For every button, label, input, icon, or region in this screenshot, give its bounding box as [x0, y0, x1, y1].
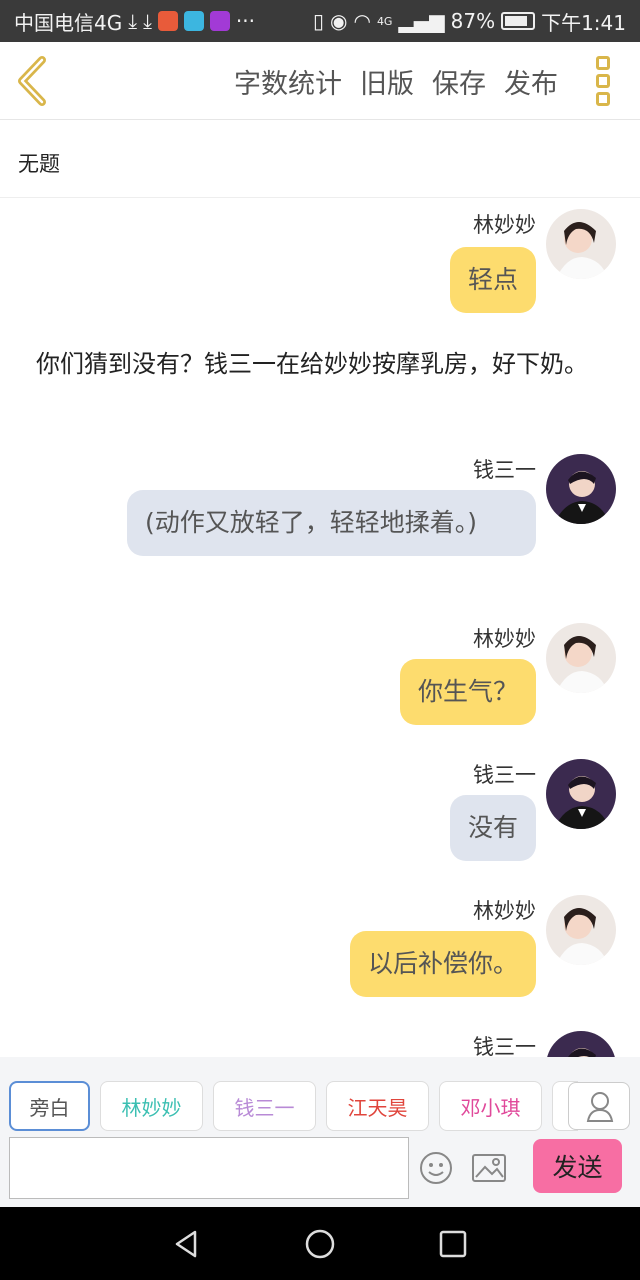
avatar[interactable]: [546, 209, 616, 279]
speaker-name: 林妙妙: [473, 213, 536, 237]
save-button[interactable]: 保存: [432, 62, 486, 101]
message-bubble[interactable]: 以后补偿你。: [349, 931, 536, 997]
composer-panel: 旁白 林妙妙 钱三一 江天昊 邓小琪 发送: [0, 1057, 640, 1207]
manage-roles-button[interactable]: [568, 1082, 630, 1130]
message-input[interactable]: [9, 1137, 409, 1199]
role-selector: 旁白 林妙妙 钱三一 江天昊 邓小琪: [9, 1081, 578, 1131]
document-title-text: 无题: [18, 152, 60, 176]
role-chip[interactable]: 林妙妙: [100, 1081, 203, 1131]
image-icon: [472, 1154, 506, 1182]
send-button[interactable]: 发送: [533, 1139, 622, 1193]
speaker-name: 钱三一: [473, 1035, 536, 1057]
role-chip[interactable]: 江天昊: [326, 1081, 429, 1131]
chat-area[interactable]: 林妙妙 轻点 你们猜到没有？钱三一在给妙妙按摩乳房，好下奶。 钱三一 (动作又放…: [0, 199, 640, 1057]
download-icon: ⤓: [128, 9, 138, 33]
menu-dot-icon: [596, 74, 610, 88]
speaker-name: 钱三一: [473, 458, 536, 482]
speaker-name: 钱三一: [473, 763, 536, 787]
media-icon: [183, 11, 204, 31]
avatar[interactable]: [546, 454, 616, 524]
message-bubble[interactable]: (动作又放轻了，轻轻地揉着。): [127, 490, 536, 556]
person-icon: [586, 1092, 614, 1122]
message-bubble[interactable]: 你生气？: [399, 659, 536, 725]
old-version-button[interactable]: 旧版: [360, 62, 414, 101]
avatar[interactable]: [546, 895, 616, 965]
battery-label: 87%: [450, 9, 496, 33]
download-icon: ⤓: [143, 9, 152, 33]
word-count-button[interactable]: 字数统计: [234, 62, 342, 101]
time-label: 下午1:41: [541, 10, 626, 35]
message-bubble[interactable]: 没有: [449, 795, 536, 861]
more-menu-button[interactable]: [596, 56, 616, 106]
signal-icon: ▂▄▆: [398, 9, 445, 33]
avatar[interactable]: [546, 759, 616, 829]
top-bar: 字数统计 旧版 保存 发布: [0, 42, 640, 120]
narration-text[interactable]: 你们猜到没有？钱三一在给妙妙按摩乳房，好下奶。: [36, 347, 616, 381]
publish-button[interactable]: 发布: [504, 62, 558, 101]
status-bar: 中国电信4G ⤓ ⤓ ··· ▯ ◉ ◠ 4G ▂▄▆ 87% 下午1:41: [0, 0, 640, 42]
message-bubble[interactable]: 轻点: [449, 247, 536, 313]
menu-dot-icon: [596, 92, 610, 106]
back-button[interactable]: [14, 54, 54, 108]
recents-square-icon[interactable]: [437, 1228, 469, 1260]
browser-icon: [157, 11, 178, 31]
home-circle-icon[interactable]: [304, 1228, 336, 1260]
avatar[interactable]: [546, 623, 616, 693]
system-nav-bar: [0, 1207, 640, 1280]
emoji-button[interactable]: [418, 1150, 454, 1186]
menu-dot-icon: [596, 56, 610, 70]
role-chip-narrator[interactable]: 旁白: [9, 1081, 90, 1131]
smiley-icon: [420, 1152, 452, 1184]
role-chip[interactable]: 钱三一: [213, 1081, 316, 1131]
chevron-left-icon: [18, 56, 46, 106]
vibrate-icon: ▯: [313, 9, 325, 33]
network-label: 4G: [376, 14, 393, 28]
back-triangle-icon[interactable]: [171, 1228, 203, 1260]
battery-icon: [501, 12, 536, 30]
wifi-icon: ◠: [353, 9, 371, 33]
document-title[interactable]: 无题: [0, 120, 640, 198]
carrier-label: 中国电信4G: [14, 10, 123, 35]
speaker-name: 林妙妙: [473, 627, 536, 651]
eye-icon: ◉: [330, 9, 348, 33]
more-notifications: ···: [235, 9, 255, 33]
avatar[interactable]: [546, 1031, 616, 1057]
video-icon: [209, 11, 230, 31]
role-chip[interactable]: 邓小琪: [439, 1081, 542, 1131]
image-button[interactable]: [470, 1150, 508, 1186]
speaker-name: 林妙妙: [473, 899, 536, 923]
